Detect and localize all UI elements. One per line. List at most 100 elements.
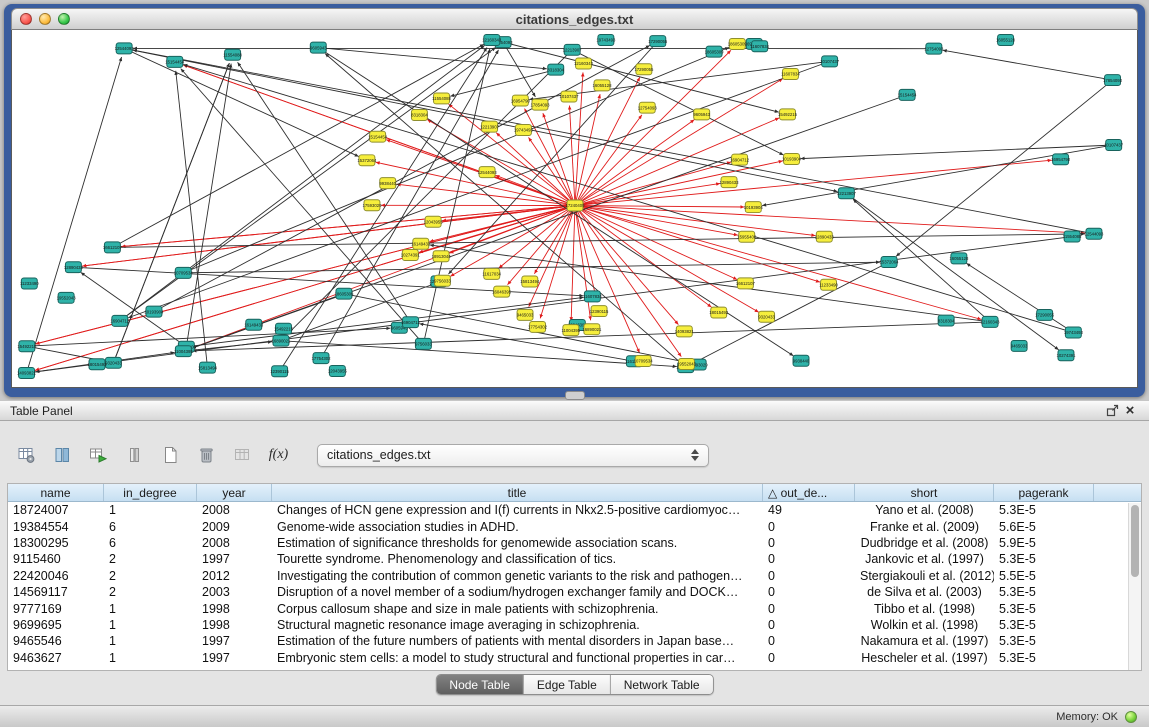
table-row[interactable]: 1872400712008Changes of HCN gene express… [8,502,1141,518]
graph-edge [503,42,535,97]
cell-in_degree: 1 [104,618,197,632]
graph-node-label: 12160343 [482,38,502,43]
float-panel-icon[interactable] [1103,403,1121,419]
graph-node-label: 19552043 [677,362,697,367]
cell-in_degree: 1 [104,602,197,616]
combobox-arrows-icon [691,449,699,461]
cell-year: 1997 [197,634,272,648]
table-header-row: namein_degreeyeartitle△ out_de...shortpa… [8,484,1141,502]
graph-node-label: 16055128 [996,38,1016,43]
close-panel-icon[interactable]: × [1121,403,1139,419]
graph-node-label: 12043955 [424,219,444,224]
column-header-out_degree[interactable]: △ out_de... [763,484,855,501]
graph-edge [575,160,1052,205]
new-table-button[interactable] [157,442,184,468]
cell-title: Changes of HCN gene expression and I(f) … [272,503,763,517]
graph-node-label: 19743493 [596,38,616,43]
tab-network-table[interactable]: Network Table [611,675,713,694]
graph-node-label: 16904712 [110,319,130,324]
graph-edge [943,50,1113,80]
graph-node-label: 14093821 [17,371,37,376]
graph-node-label: 10274391 [1056,353,1076,358]
graph-node-label: 19743493 [514,128,534,133]
cell-pagerank: 5.3E-5 [994,651,1094,665]
zoom-window-button[interactable] [58,13,70,25]
scrollbar-thumb[interactable] [1131,505,1139,577]
graph-node-label: 12890433 [815,234,835,239]
cell-out_degree: 0 [763,569,855,583]
table-row[interactable]: 911546021997Tourette syndrome. Phenomeno… [8,551,1141,567]
graph-node-label: 18605309 [728,42,748,47]
table-row[interactable]: 946362711997Embryonic stem cells: a mode… [8,650,1141,666]
column-header-name[interactable]: name [8,484,104,501]
table-selector-combobox[interactable]: citations_edges.txt [317,444,709,467]
cell-year: 1998 [197,618,272,632]
close-window-button[interactable] [20,13,32,25]
graph-node-label: 11617034 [482,272,501,277]
graph-edge [528,137,575,205]
function-builder-button[interactable]: f(x) [265,442,292,468]
cell-title: Estimation of significance thresholds fo… [272,536,763,550]
graph-node-label: 12160343 [981,320,1001,325]
table-row[interactable]: 2242004622012Investigating the contribut… [8,568,1141,584]
graph-node-label: 11607834 [750,44,769,49]
tab-node-table[interactable]: Node Table [436,675,524,694]
import-table-icon [233,446,252,464]
table-row[interactable]: 977716911998Corpus callosum shape and si… [8,600,1141,616]
table-row[interactable]: 1938455462009Genome-wide association stu… [8,518,1141,534]
cell-pagerank: 5.3E-5 [994,618,1094,632]
graph-edge [181,69,424,344]
column-header-year[interactable]: year [197,484,272,501]
graph-edge [183,64,1073,332]
network-canvas[interactable]: 1515445412544093831830411554088122139071… [11,30,1138,388]
cell-pagerank: 5.6E-5 [994,520,1094,534]
graph-edge [183,47,729,272]
column-header-in_degree[interactable]: in_degree [104,484,197,501]
cell-out_degree: 0 [763,536,855,550]
graph-node-label: 18605309 [705,49,725,54]
graph-node-label: 16904712 [401,320,421,325]
delete-table-button[interactable] [193,442,220,468]
row-options-button[interactable] [121,442,148,468]
window-resize-handle[interactable] [565,391,585,400]
table-row[interactable]: 1456911722003Disruption of a novel membe… [8,584,1141,600]
network-window-titlebar[interactable]: citations_edges.txt [11,8,1138,30]
table-rows: 1872400712008Changes of HCN gene express… [8,502,1141,666]
table-mode-button[interactable] [13,442,40,468]
table-row[interactable]: 1830029562008Estimation of significance … [8,535,1141,551]
show-columns-button[interactable] [49,442,76,468]
column-header-short[interactable]: short [855,484,994,501]
column-header-title[interactable]: title [272,484,763,501]
cell-out_degree: 0 [763,618,855,632]
graph-node-label: 11233490 [20,281,39,286]
cell-title: Investigating the contribution of common… [272,569,763,583]
cell-name: 9777169 [8,602,104,616]
graph-node-label: 18015493 [709,310,729,315]
graph-node-label: 10709534 [174,271,194,276]
table-toolbar: f(x) citations_edges.txt [7,429,1142,481]
cell-pagerank: 5.3E-5 [994,503,1094,517]
graph-node-label: 15372064 [880,260,900,265]
graph-edge [896,80,1113,256]
tab-edge-table[interactable]: Edge Table [524,675,611,694]
table-row[interactable]: 946554611997Estimation of the future num… [8,633,1141,649]
new-column-button[interactable] [85,442,112,468]
graph-node-label: 17290055 [634,67,654,72]
graph-node-label: 12544093 [1084,231,1104,236]
cell-title: Corpus callosum shape and size in male p… [272,602,763,616]
minimize-window-button[interactable] [39,13,51,25]
cell-in_degree: 6 [104,536,197,550]
graph-node-label: 12213907 [480,124,500,129]
import-table-button[interactable] [229,442,256,468]
table-vertical-scrollbar[interactable] [1128,503,1141,670]
cell-in_degree: 2 [104,552,197,566]
cell-out_degree: 0 [763,602,855,616]
graph-node-label: 16612107 [103,245,123,250]
column-header-pagerank[interactable]: pagerank [994,484,1094,501]
graph-node-label: 17240409 [566,203,586,208]
graph-node-label: 12544093 [478,170,498,175]
graph-node-label: 15813494 [520,279,540,284]
table-row[interactable]: 969969511998Structural magnetic resonanc… [8,617,1141,633]
graph-node-label: 11004395 [562,328,581,333]
cell-name: 9699695 [8,618,104,632]
